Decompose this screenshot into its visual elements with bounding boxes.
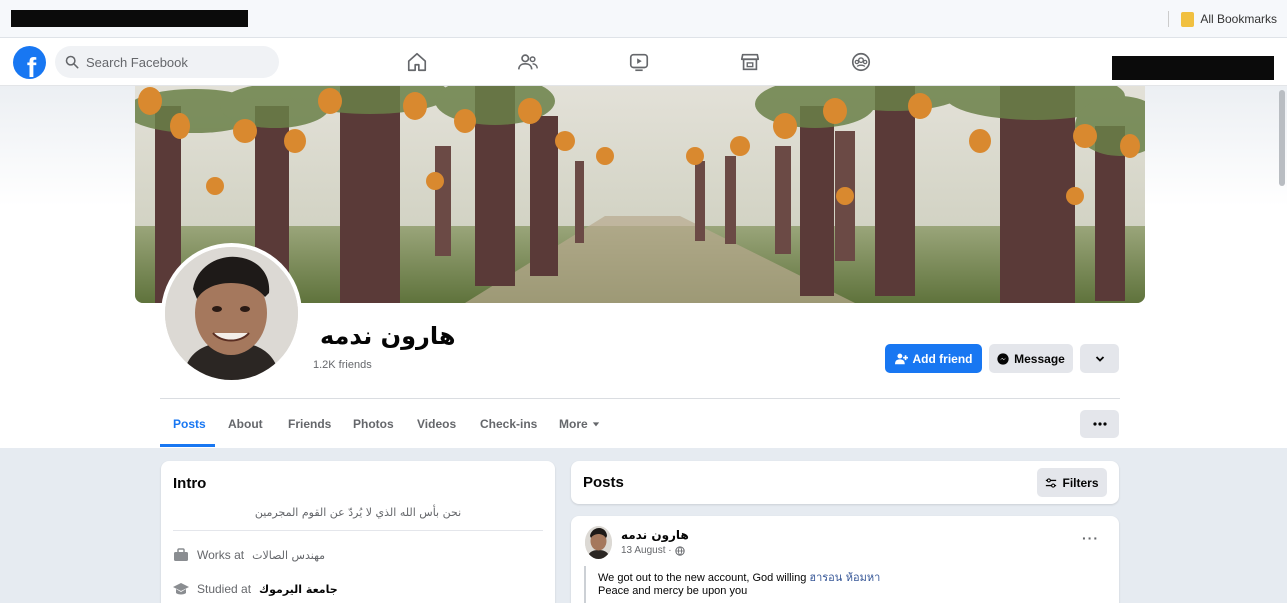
- post-date-text: 13 August ·: [621, 545, 672, 556]
- search-input[interactable]: Search Facebook: [55, 46, 279, 78]
- facebook-logo-letter: f: [26, 52, 37, 80]
- message-button[interactable]: Message: [989, 344, 1073, 373]
- facebook-logo[interactable]: f: [13, 46, 46, 79]
- friends-icon[interactable]: [516, 50, 540, 74]
- scrollbar[interactable]: [1279, 90, 1285, 186]
- friend-count[interactable]: 1.2K friends: [313, 359, 372, 371]
- browser-bookmarks-bar: All Bookmarks: [0, 0, 1287, 38]
- intro-title: Intro: [173, 475, 207, 492]
- post-author-name[interactable]: هارون ندمه: [621, 528, 689, 542]
- top-navigation: f Search Facebook: [0, 38, 1287, 86]
- post-text: We got out to the new account, God willi…: [598, 572, 807, 584]
- globe-icon: [674, 545, 685, 556]
- all-bookmarks-label: All Bookmarks: [1200, 12, 1277, 26]
- tab-videos[interactable]: Videos: [417, 417, 456, 431]
- add-person-icon: [894, 353, 908, 365]
- more-icon: [1092, 422, 1107, 426]
- more-options-dropdown[interactable]: [1080, 344, 1119, 373]
- folder-icon: [1181, 11, 1195, 27]
- profile-name: هارون ندمه: [320, 322, 456, 350]
- divider: [173, 530, 543, 531]
- redacted-block: [1112, 56, 1274, 80]
- briefcase-icon: [174, 548, 188, 561]
- post-timestamp[interactable]: 13 August ·: [621, 545, 685, 556]
- post-link[interactable]: ฮารอน ห้อมหา: [809, 571, 880, 584]
- tab-posts[interactable]: Posts: [173, 417, 206, 431]
- add-friend-label: Add friend: [912, 351, 973, 366]
- all-bookmarks[interactable]: All Bookmarks: [1168, 11, 1277, 27]
- intro-work: Works at مهندس الصالات: [173, 548, 325, 562]
- filters-label: Filters: [1062, 475, 1099, 490]
- intro-card: Intro نحن بأس الله الذي لا يُردّ عن القو…: [161, 461, 555, 603]
- tab-checkins[interactable]: Check-ins: [480, 417, 537, 431]
- post-text-line-1: We got out to the new account, God willi…: [598, 568, 880, 586]
- divider: [1168, 11, 1170, 27]
- marketplace-icon[interactable]: [738, 50, 762, 74]
- tab-about[interactable]: About: [228, 417, 263, 431]
- search-icon: [65, 55, 79, 69]
- graduation-cap-icon: [173, 583, 189, 595]
- groups-icon[interactable]: [849, 50, 873, 74]
- posts-title: Posts: [583, 474, 624, 491]
- intro-bio: نحن بأس الله الذي لا يُردّ عن القوم المج…: [254, 506, 462, 519]
- active-tab-indicator: [160, 444, 215, 447]
- post-options-icon[interactable]: ···: [1082, 530, 1099, 546]
- profile-picture[interactable]: [161, 243, 302, 384]
- home-icon[interactable]: [405, 50, 429, 74]
- caret-down-icon: [592, 422, 599, 427]
- quote-bar: [584, 566, 586, 603]
- work-value[interactable]: مهندس الصالات: [252, 549, 325, 562]
- profile-menu-button[interactable]: [1080, 410, 1119, 438]
- search-placeholder: Search Facebook: [86, 54, 188, 70]
- chevron-down-icon: [1095, 355, 1104, 362]
- messenger-icon: [997, 352, 1009, 365]
- study-prefix: Studied at: [197, 582, 252, 596]
- intro-education: Studied at جامعة اليرموك: [173, 582, 338, 596]
- tab-friends[interactable]: Friends: [288, 417, 331, 431]
- add-friend-button[interactable]: Add friend: [885, 344, 982, 373]
- study-value[interactable]: جامعة اليرموك: [259, 583, 338, 596]
- filter-icon: [1046, 477, 1057, 488]
- post-author-avatar[interactable]: [585, 526, 612, 559]
- redacted-block: [11, 10, 248, 27]
- watch-icon[interactable]: [627, 50, 651, 74]
- posts-header-card: Posts Filters: [571, 461, 1119, 504]
- work-prefix: Works at: [197, 548, 245, 562]
- filters-button[interactable]: Filters: [1037, 468, 1107, 497]
- message-label: Message: [1014, 351, 1065, 366]
- post-card: هارون ندمه 13 August · ··· We got out to…: [571, 516, 1119, 603]
- tab-more-label: More: [559, 417, 588, 431]
- post-text-line-2: Peace and mercy be upon you: [598, 585, 748, 597]
- tab-more[interactable]: More: [559, 417, 600, 431]
- divider: [160, 398, 1120, 399]
- tab-photos[interactable]: Photos: [353, 417, 394, 431]
